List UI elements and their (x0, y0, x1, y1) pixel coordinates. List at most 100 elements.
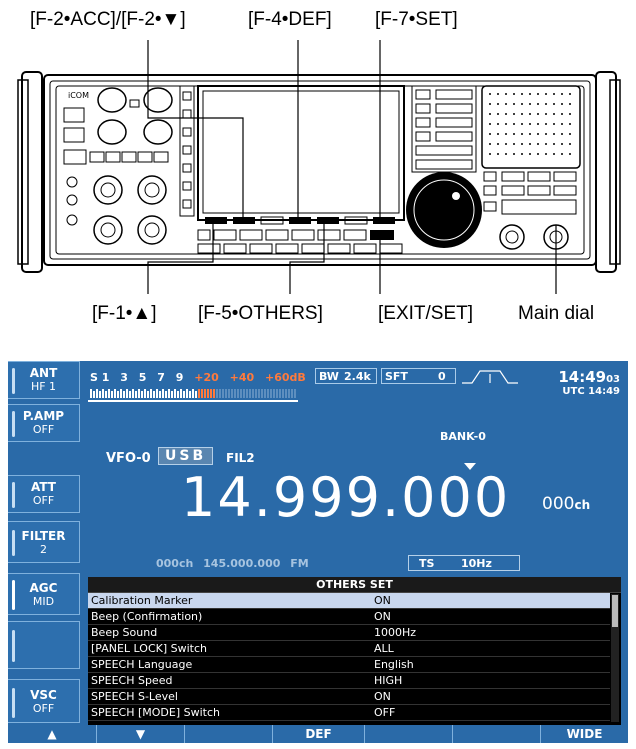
menu-row-name: Calibration Marker (91, 594, 193, 607)
clock: 14:4903 UTC 14:49 (558, 367, 620, 397)
indicator-bar (12, 482, 15, 508)
menu-row-speech-speed[interactable]: SPEECH Speed HIGH (88, 673, 610, 689)
blank-side-button[interactable] (8, 621, 80, 669)
main-dial[interactable] (406, 172, 482, 248)
s-meter-tick-over: +40 (229, 371, 255, 384)
f1-up-key[interactable]: ▲ (8, 725, 96, 743)
callout-main-dial: Main dial (518, 303, 595, 324)
f7-wide-key[interactable]: WIDE (540, 725, 628, 743)
vsc-button[interactable]: VSC OFF (8, 679, 80, 723)
pamp-button[interactable]: P.AMP OFF (8, 404, 80, 442)
sft-label: SFT (385, 370, 408, 383)
clock-time: 14:49 (558, 368, 607, 386)
menu-row-value: 1000Hz (374, 626, 417, 639)
main-frequency: 14.999.000 (181, 466, 511, 529)
s-meter-tick: 7 (157, 371, 165, 384)
agc-button[interactable]: AGC MID (8, 573, 80, 615)
menu-row-value: ON (374, 690, 391, 703)
bw-value: 2.4k (344, 370, 371, 383)
indicator-bar (12, 630, 15, 662)
menu-row-name: SPEECH Speed (91, 674, 173, 687)
others-set-menu: OTHERS SET Calibration Marker ON Beep (C… (88, 577, 621, 725)
channel-value: 000 (542, 494, 575, 514)
tuning-cursor-icon (464, 463, 476, 470)
menu-row-beep-sound[interactable]: Beep Sound 1000Hz (88, 625, 610, 641)
menu-row-panel-lock[interactable]: [PANEL LOCK] Switch ALL (88, 641, 610, 657)
function-key-bar: ▲ ▼ DEF WIDE (8, 725, 628, 743)
indicator-bar (12, 688, 15, 718)
callout-f4-def: [F-4•DEF] (248, 9, 332, 30)
agc-label: AGC (29, 581, 58, 595)
callout-f5-others: [F-5•OTHERS] (198, 303, 323, 324)
menu-row-speech-language[interactable]: SPEECH Language English (88, 657, 610, 673)
att-value: OFF (32, 494, 55, 507)
f3-key[interactable] (184, 725, 272, 743)
ant-button[interactable]: ANT HF 1 (8, 361, 80, 399)
menu-row-value: English (374, 658, 414, 671)
s-meter-tick: 5 (138, 371, 147, 384)
s-meter-bar (88, 389, 298, 402)
menu-row-beep-confirmation[interactable]: Beep (Confirmation) ON (88, 609, 610, 625)
indicator-bar (12, 411, 15, 437)
indicator-bar-active (12, 580, 15, 610)
filter-indicator: FIL2 (226, 451, 255, 465)
bandwidth-indicator: BW 2.4k (315, 368, 377, 384)
ts-label: TS (419, 557, 435, 570)
menu-row-value: HIGH (374, 674, 403, 687)
passband-icon (462, 370, 518, 384)
pamp-label: P.AMP (22, 409, 65, 423)
menu-scrollbar[interactable] (611, 594, 619, 722)
att-label: ATT (30, 480, 56, 494)
menu-row-speech-mode-switch[interactable]: SPEECH [MODE] Switch OFF (88, 705, 610, 721)
menu-row-value: OFF (374, 706, 396, 719)
sub-receiver-info: 000ch 145.000.000 FM (156, 557, 309, 570)
vsc-label: VSC (30, 688, 57, 702)
s-meter-scale: S 1 3 5 7 9 +20 +40 +60dB (90, 371, 313, 384)
filter-button[interactable]: FILTER 2 (8, 521, 80, 563)
f4-def-key[interactable]: DEF (272, 725, 364, 743)
callout-f1-up: [F-1•▲] (92, 303, 157, 324)
s-meter-tick: 3 (120, 371, 128, 384)
ant-label: ANT (29, 366, 58, 380)
channel-number: 000ch (542, 494, 590, 514)
radio-front-panel-drawing: iCOM (17, 40, 621, 294)
s-meter-tick-over: +60dB (265, 371, 306, 384)
mode-indicator: USB (158, 447, 214, 465)
transceiver-display: ANT HF 1 P.AMP OFF ATT OFF FILTER 2 AGC … (8, 361, 628, 743)
menu-row-name: Beep Sound (91, 626, 158, 639)
f5-key[interactable] (364, 725, 452, 743)
menu-row-name: SPEECH S-Level (91, 690, 178, 703)
callout-f7-set: [F-7•SET] (375, 9, 458, 30)
brand-logo: iCOM (68, 91, 89, 100)
f2-down-key[interactable]: ▼ (96, 725, 184, 743)
channel-unit: ch (574, 498, 591, 512)
f6-key[interactable] (452, 725, 540, 743)
menu-row-value: ON (374, 594, 391, 607)
bank-indicator: BANK-0 (440, 430, 486, 443)
menu-row-value: ALL (374, 642, 394, 655)
vfo-indicator: VFO-0 (106, 451, 151, 466)
att-button[interactable]: ATT OFF (8, 475, 80, 513)
menu-row-name: SPEECH [MODE] Switch (91, 706, 220, 719)
utc-clock: UTC 14:49 (562, 386, 620, 397)
clock-seconds: 03 (606, 374, 620, 385)
s-meter-tick-over: +20 (194, 371, 219, 384)
pamp-value: OFF (32, 423, 55, 436)
bw-label: BW (319, 370, 339, 383)
ant-value: HF 1 (30, 380, 57, 393)
radio-front-panel-diagram: iCOM [F-2•ACC]/[F-2•▼] [F-4•DEF] [F-7•SE… (0, 0, 636, 350)
menu-row-name: SPEECH Language (91, 658, 193, 671)
menu-row-speech-s-level[interactable]: SPEECH S-Level ON (88, 689, 610, 705)
sft-value: 0 (438, 370, 446, 383)
menu-row-calibration-marker[interactable]: Calibration Marker ON (88, 593, 610, 609)
filter-label: FILTER (21, 529, 66, 543)
agc-value: MID (32, 595, 55, 608)
shift-indicator: SFT 0 (381, 368, 456, 384)
ts-value: 10Hz (461, 557, 492, 570)
menu-row-name: [PANEL LOCK] Switch (91, 642, 207, 655)
menu-row-value: ON (374, 610, 391, 623)
vsc-value: OFF (32, 702, 55, 715)
indicator-bar (12, 530, 15, 556)
filter-value: 2 (40, 543, 47, 556)
menu-scrollbar-thumb[interactable] (612, 595, 618, 627)
